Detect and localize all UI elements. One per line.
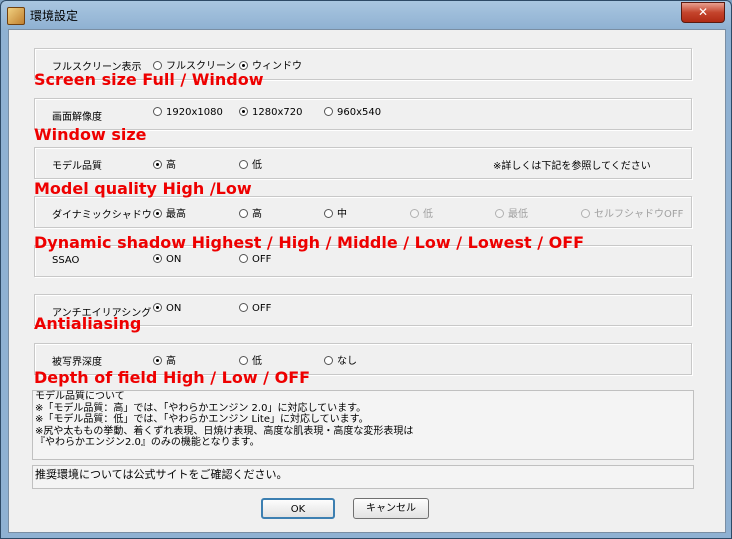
close-button[interactable]: ✕	[681, 2, 725, 23]
radio-dot	[239, 107, 248, 116]
radio-dot	[324, 209, 333, 218]
radio-dot	[153, 303, 162, 312]
info-line: ※「モデル品質：低」では、「やわらかエンジン Lite」に対応しています。	[35, 414, 369, 425]
model-quality-info-box: モデル品質について ※「モデル品質：高」では、「やわらかエンジン 2.0」に対応…	[32, 390, 694, 460]
radio-aa-on[interactable]: ON	[153, 303, 181, 314]
radio-label: 中	[337, 209, 347, 220]
annotation-screen-size: Screen size Full / Window	[34, 70, 264, 89]
radio-label: 最低	[508, 209, 528, 220]
radio-1920x1080[interactable]: 1920x1080	[153, 107, 223, 118]
radio-shadow-self-off[interactable]: セルフシャドウOFF	[581, 205, 683, 220]
radio-dot	[239, 209, 248, 218]
annotation-model-quality: Model quality High /Low	[34, 179, 252, 198]
radio-label: 1920x1080	[166, 107, 223, 118]
resolution-label: 画面解像度	[52, 112, 102, 123]
annotation-window-size: Window size	[34, 125, 147, 144]
radio-label: 高	[252, 209, 262, 220]
model-quality-note: ※詳しくは下記を参照してください	[493, 161, 651, 172]
info-line: ※「モデル品質：高」では、「やわらかエンジン 2.0」に対応しています。	[35, 402, 367, 414]
annotation-depth-of-field: Depth of field High / Low / OFF	[34, 368, 311, 387]
radio-label: 低	[252, 356, 262, 367]
title-bar[interactable]: 環境設定 ✕	[1, 1, 731, 29]
radio-960x540[interactable]: 960x540	[324, 107, 381, 118]
radio-label: セルフシャドウOFF	[594, 209, 684, 220]
group-dynamic-shadow: ダイナミックシャドウ 最高 高 中 低 最低 セルフシャドウOFF	[34, 196, 692, 228]
window-title: 環境設定	[30, 9, 79, 23]
radio-dot	[153, 254, 162, 263]
radio-label: OFF	[252, 254, 272, 265]
radio-dof-none[interactable]: なし	[324, 352, 357, 367]
dynamic-shadow-label: ダイナミックシャドウ	[52, 210, 152, 221]
radio-label: 960x540	[337, 107, 382, 118]
radio-dot	[153, 209, 162, 218]
depth-of-field-label: 被写界深度	[52, 357, 102, 368]
group-model-quality: モデル品質 高 低 ※詳しくは下記を参照してください	[34, 147, 692, 179]
radio-ssao-off[interactable]: OFF	[239, 254, 271, 265]
radio-dot	[153, 61, 162, 70]
radio-label: なし	[337, 356, 357, 367]
radio-dot	[239, 303, 248, 312]
radio-dot	[153, 107, 162, 116]
info-line: 『やわらかエンジン2.0』のみの機能となります。	[35, 437, 260, 448]
radio-dot	[153, 160, 162, 169]
radio-ssao-on[interactable]: ON	[153, 254, 181, 265]
radio-model-low[interactable]: 低	[239, 156, 262, 171]
radio-dot	[581, 209, 590, 218]
radio-label: 高	[166, 160, 176, 171]
radio-dot	[495, 209, 504, 218]
radio-label: ON	[166, 303, 182, 314]
radio-label: 高	[166, 356, 176, 367]
radio-dot	[239, 160, 248, 169]
recommend-text: 推奨環境については公式サイトをご確認ください。	[35, 468, 288, 481]
radio-dot	[324, 356, 333, 365]
radio-1280x720[interactable]: 1280x720	[239, 107, 302, 118]
radio-dof-low[interactable]: 低	[239, 352, 262, 367]
radio-dot	[153, 356, 162, 365]
model-quality-label: モデル品質	[52, 161, 102, 172]
radio-dot	[239, 356, 248, 365]
radio-label: 低	[423, 209, 433, 220]
radio-shadow-lowest[interactable]: 最低	[495, 205, 528, 220]
radio-label: 1280x720	[252, 107, 303, 118]
info-line: ※尻や太ももの挙動、着くずれ表現、日焼け表現、高度な肌表現・高度な変形表現は	[35, 425, 414, 437]
radio-dot	[239, 254, 248, 263]
ssao-label: SSAO	[52, 255, 80, 266]
radio-model-high[interactable]: 高	[153, 156, 176, 171]
radio-shadow-low[interactable]: 低	[410, 205, 433, 220]
radio-dot	[410, 209, 419, 218]
info-line: モデル品質について	[35, 391, 125, 402]
radio-shadow-highest[interactable]: 最高	[153, 205, 186, 220]
radio-label: 最高	[166, 209, 186, 220]
radio-dof-high[interactable]: 高	[153, 352, 176, 367]
radio-label: ON	[166, 254, 182, 265]
ok-button[interactable]: OK	[261, 498, 335, 519]
radio-dot	[324, 107, 333, 116]
radio-label: 低	[252, 160, 262, 171]
radio-dot	[239, 61, 248, 70]
annotation-dynamic-shadow: Dynamic shadow Highest / High / Middle /…	[34, 233, 585, 252]
radio-label: OFF	[252, 303, 272, 314]
app-icon	[7, 7, 25, 25]
cancel-button[interactable]: キャンセル	[353, 498, 429, 519]
dialog-body: フルスクリーン表示 フルスクリーン ウィンドウ 画面解像度 1920x1080 …	[8, 29, 726, 533]
settings-window: 環境設定 ✕ フルスクリーン表示 フルスクリーン ウィンドウ 画面解像度 192…	[0, 0, 732, 539]
radio-shadow-middle[interactable]: 中	[324, 205, 347, 220]
annotation-antialiasing: Antialiasing	[34, 314, 142, 333]
radio-shadow-high[interactable]: 高	[239, 205, 262, 220]
radio-aa-off[interactable]: OFF	[239, 303, 271, 314]
recommend-box: 推奨環境については公式サイトをご確認ください。	[32, 465, 694, 489]
